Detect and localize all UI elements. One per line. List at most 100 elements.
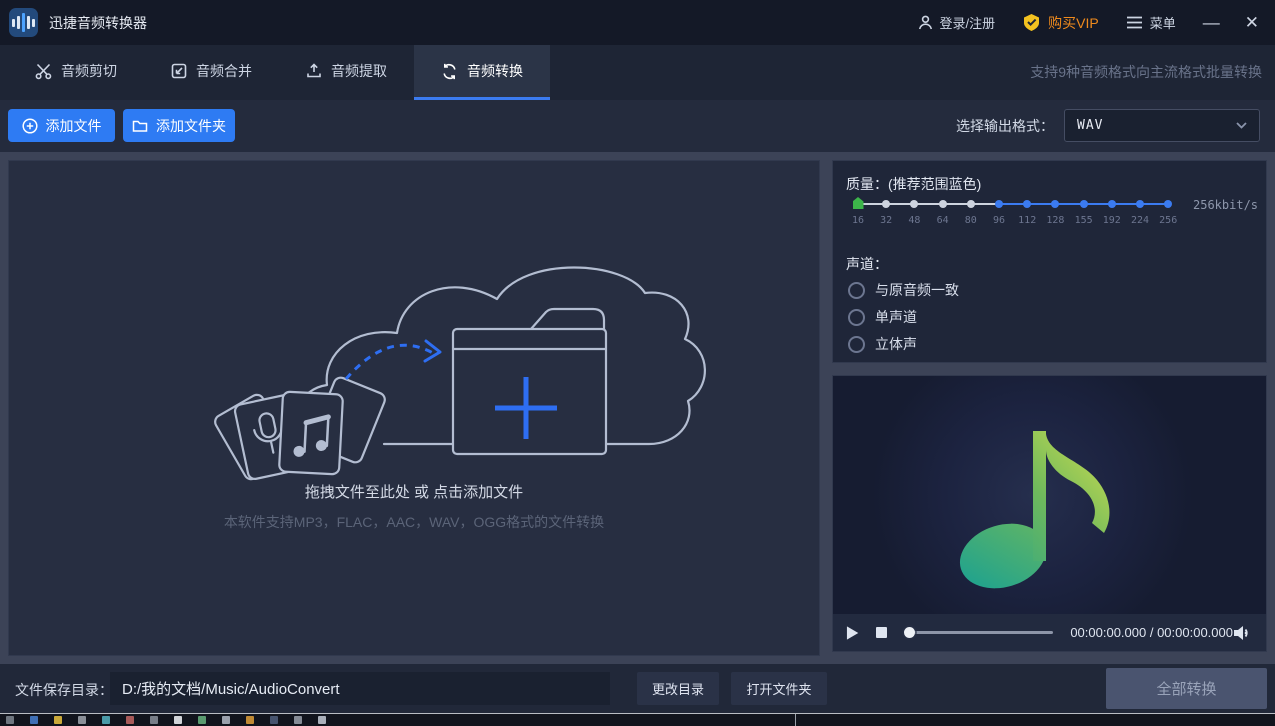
quality-slider-handle[interactable] <box>853 197 864 209</box>
add-folder-button[interactable]: 添加文件夹 <box>123 109 235 142</box>
output-format-value: WAV <box>1077 118 1103 133</box>
quality-tick-label: 112 <box>1013 215 1041 226</box>
seek-thumb[interactable] <box>904 627 915 638</box>
music-note-graphic <box>941 396 1161 596</box>
output-settings-panel: 质量：(推荐范围蓝色) 256kbit/s 163248648096112128… <box>832 160 1267 363</box>
taskbar-icon-hint <box>174 716 182 724</box>
change-dir-button[interactable]: 更改目录 <box>637 672 719 705</box>
chevron-down-icon <box>1236 122 1247 129</box>
quality-tick-label: 16 <box>844 215 872 226</box>
tab-audio-cut[interactable]: 音频剪切 <box>8 45 144 100</box>
quality-slider-track-grey <box>858 203 999 205</box>
quality-tick-label: 48 <box>900 215 928 226</box>
playback-time: 00:00:00.000 / 00:00:00.000 <box>1070 625 1233 640</box>
add-folder-label: 添加文件夹 <box>156 116 226 136</box>
app-title: 迅捷音频转换器 <box>49 13 147 33</box>
stop-button[interactable] <box>876 627 886 638</box>
quality-tick-label: 32 <box>872 215 900 226</box>
radio-icon <box>848 336 865 353</box>
taskbar-icon-hint <box>6 716 14 724</box>
minimize-button[interactable]: — <box>1203 14 1220 31</box>
quality-tick-label: 155 <box>1070 215 1098 226</box>
login-register-label: 登录/注册 <box>940 13 996 32</box>
radio-channel-mono[interactable]: 单声道 <box>848 307 917 327</box>
close-button[interactable]: ✕ <box>1245 14 1259 31</box>
tab-label: 音频转换 <box>467 61 523 81</box>
quality-slider-stop[interactable] <box>1080 200 1088 208</box>
radio-label: 与原音频一致 <box>875 280 959 300</box>
buy-vip-button[interactable]: 购买VIP <box>1022 13 1099 33</box>
quality-slider-stop[interactable] <box>1108 200 1116 208</box>
tab-label: 音频剪切 <box>61 61 117 81</box>
taskbar-icon-hint <box>294 716 302 724</box>
radio-channel-stereo[interactable]: 立体声 <box>848 334 917 354</box>
file-drop-area[interactable]: 拖拽文件至此处 或 点击添加文件 本软件支持MP3，FLAC，AAC，WAV，O… <box>8 160 820 656</box>
quality-ticks: 163248648096112128155192224256 <box>846 215 1191 229</box>
speaker-icon <box>1233 625 1253 641</box>
save-dir-label: 文件保存目录： <box>15 680 113 700</box>
radio-icon <box>848 309 865 326</box>
taskbar-icon-hint <box>102 716 110 724</box>
quality-tick-label: 64 <box>929 215 957 226</box>
taskbar-icon-hint <box>126 716 134 724</box>
convert-all-label: 全部转换 <box>1156 678 1216 699</box>
quality-slider-stop[interactable] <box>1164 200 1172 208</box>
menu-button[interactable]: 菜单 <box>1126 13 1176 32</box>
quality-tick-label: 224 <box>1126 215 1154 226</box>
open-folder-label: 打开文件夹 <box>746 679 811 698</box>
player-bar: 00:00:00.000 / 00:00:00.000 <box>833 614 1266 651</box>
hamburger-icon <box>1126 16 1143 29</box>
quality-tick-label: 256 <box>1154 215 1182 226</box>
tab-label: 音频合并 <box>196 61 252 81</box>
preview-panel: 00:00:00.000 / 00:00:00.000 <box>832 375 1267 652</box>
menu-label: 菜单 <box>1150 13 1176 32</box>
open-folder-button[interactable]: 打开文件夹 <box>731 672 827 705</box>
quality-slider-stop[interactable] <box>967 200 975 208</box>
taskbar-strip <box>0 713 1275 726</box>
save-dir-input[interactable] <box>110 672 610 705</box>
quality-slider[interactable] <box>846 197 1191 211</box>
quality-tick-label: 128 <box>1041 215 1069 226</box>
taskbar-separator <box>795 714 796 726</box>
tab-label: 音频提取 <box>331 61 387 81</box>
channel-label: 声道： <box>846 254 888 274</box>
merge-icon <box>171 63 187 79</box>
output-format-dropdown[interactable]: WAV <box>1064 109 1260 142</box>
quality-value: 256kbit/s <box>1193 198 1258 212</box>
taskbar-icon-hint <box>30 716 38 724</box>
tab-audio-extract[interactable]: 音频提取 <box>279 45 414 100</box>
quality-slider-stop[interactable] <box>1051 200 1059 208</box>
buy-vip-label: 购买VIP <box>1048 13 1099 33</box>
tab-audio-convert[interactable]: 音频转换 <box>414 45 550 100</box>
taskbar-icon-hint <box>222 716 230 724</box>
quality-slider-stop[interactable] <box>882 200 890 208</box>
feature-tagline: 支持9种音频格式向主流格式批量转换 <box>1030 62 1262 82</box>
login-register-button[interactable]: 登录/注册 <box>918 13 996 32</box>
quality-slider-stop[interactable] <box>1023 200 1031 208</box>
quality-slider-stop[interactable] <box>995 200 1003 208</box>
play-button[interactable] <box>846 625 859 641</box>
taskbar-icon-hint <box>318 716 326 724</box>
dropzone-title: 拖拽文件至此处 或 点击添加文件 <box>9 481 819 502</box>
quality-slider-stop[interactable] <box>939 200 947 208</box>
taskbar-icon-hint <box>270 716 278 724</box>
taskbar-icon-hint <box>198 716 206 724</box>
quality-slider-stop[interactable] <box>1136 200 1144 208</box>
taskbar-icon-hint <box>54 716 62 724</box>
taskbar-icon-hint <box>150 716 158 724</box>
convert-all-button[interactable]: 全部转换 <box>1106 668 1267 709</box>
radio-label: 立体声 <box>875 334 917 354</box>
tab-audio-merge[interactable]: 音频合并 <box>144 45 279 100</box>
add-file-button[interactable]: 添加文件 <box>8 109 115 142</box>
radio-channel-original[interactable]: 与原音频一致 <box>848 280 959 300</box>
convert-icon <box>441 63 458 80</box>
seek-slider[interactable] <box>906 631 1054 634</box>
extract-icon <box>306 63 322 79</box>
dropzone-subtitle: 本软件支持MP3，FLAC，AAC，WAV，OGG格式的文件转换 <box>9 512 819 532</box>
quality-slider-stop[interactable] <box>910 200 918 208</box>
file-cards-graphic <box>213 376 387 482</box>
quality-tick-label: 80 <box>957 215 985 226</box>
scissors-icon <box>35 63 52 80</box>
volume-button[interactable] <box>1233 625 1253 641</box>
app-logo-icon <box>9 8 38 37</box>
